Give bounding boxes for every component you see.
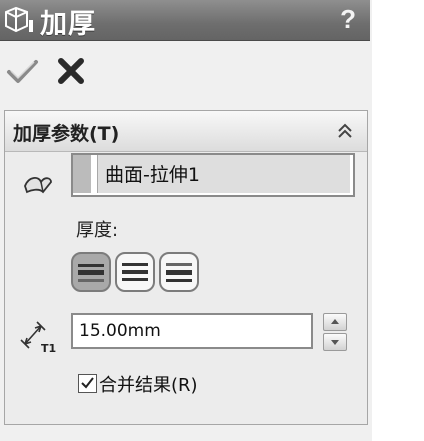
- thicken-parameters-group: 加厚参数(T) 曲面-拉伸1 厚度: T1 15.00mm 合并结果(R): [4, 110, 368, 425]
- spin-up-icon[interactable]: [323, 313, 347, 331]
- thickness-label: 厚度:: [76, 220, 119, 241]
- selected-surface-label: 曲面-拉伸1: [105, 164, 200, 186]
- collapse-icon[interactable]: [335, 121, 355, 141]
- dimension-t1-icon: T1: [20, 321, 56, 355]
- thicken-side-2-button[interactable]: [159, 252, 199, 292]
- thickness-input[interactable]: [71, 313, 313, 349]
- group-title: 加厚参数(T): [13, 123, 120, 145]
- check-icon[interactable]: [6, 54, 40, 88]
- merge-result-label: 合并结果(R): [99, 375, 198, 396]
- merge-result-checkbox[interactable]: [78, 374, 97, 393]
- thicken-both-sides-button[interactable]: [115, 252, 155, 292]
- property-manager: 加厚 ? 加厚参数(T) 曲面-拉伸1 厚度: T1 15.00mm 合并结果(…: [0, 0, 372, 441]
- dimension-t1-label: T1: [41, 342, 56, 355]
- surface-selection-icon: [24, 177, 52, 194]
- title-bar: 加厚 ?: [0, 0, 370, 41]
- spin-down-icon[interactable]: [323, 333, 347, 351]
- group-header[interactable]: 加厚参数(T): [5, 111, 367, 152]
- selection-color-chip: [73, 155, 91, 193]
- thicken-feature-icon: [5, 6, 33, 33]
- thicken-side-1-button[interactable]: [71, 252, 111, 292]
- help-button[interactable]: ?: [340, 4, 356, 35]
- feature-title: 加厚: [40, 9, 96, 40]
- close-icon[interactable]: [54, 54, 88, 88]
